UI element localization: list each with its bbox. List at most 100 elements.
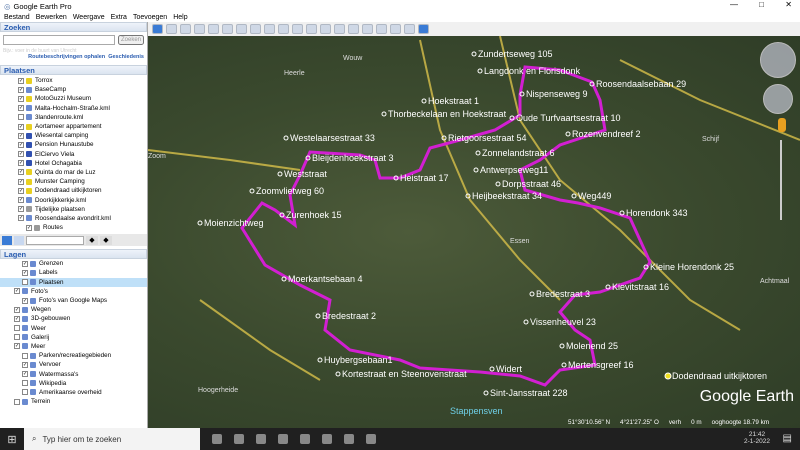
waypoint-marker[interactable] [561,362,567,368]
checkbox[interactable] [22,279,28,286]
waypoint-label[interactable]: Thorbeckelaan en Hoekstraat [388,109,507,119]
toolbar-button-icon[interactable] [418,24,429,34]
look-control[interactable] [760,42,796,78]
layer-item[interactable]: Galerij [0,333,147,342]
layer-item[interactable]: Weer [0,324,147,333]
app-icon[interactable] [344,434,354,444]
move-down-button[interactable]: ◆ [100,235,112,245]
waypoint-label[interactable]: Widert [496,364,523,374]
clock-time[interactable]: 21:42 [744,431,770,438]
layer-item[interactable]: Plaatsen [0,277,147,287]
waypoint-label[interactable]: Vissenheuvel 23 [530,317,596,327]
checkbox[interactable]: ✓ [18,141,24,148]
history-link[interactable]: Geschiedenis [108,54,144,60]
waypoint-marker[interactable] [335,371,341,377]
waypoint-label[interactable]: Langdonk en Florisdonk [484,66,581,76]
places-item[interactable]: ✓ BaseCamp [0,85,147,94]
waypoint-label[interactable]: Rozenvendreef 2 [572,129,641,139]
checkbox[interactable]: ✓ [14,288,20,295]
waypoint-marker[interactable] [283,135,289,141]
toolbar-button-icon[interactable] [320,24,331,34]
checkbox[interactable]: ✓ [18,178,24,185]
waypoint-label[interactable]: Dorpsstraat 46 [502,179,561,189]
places-item[interactable]: ✓ Doorkijkkerkje.kml [0,195,147,204]
checkbox[interactable] [22,389,28,396]
checkbox[interactable]: ✓ [18,77,24,84]
checkbox[interactable]: ✓ [22,297,28,304]
checkbox[interactable]: ✓ [14,306,20,313]
checkbox[interactable]: ✓ [18,105,24,112]
checkbox[interactable]: ✓ [22,371,28,378]
checkbox[interactable]: ✓ [18,206,24,213]
store-icon[interactable] [322,434,332,444]
waypoint-marker[interactable] [529,291,535,297]
waypoint-marker[interactable] [475,150,481,156]
waypoint-marker[interactable] [317,357,323,363]
toolbar-button-icon[interactable] [334,24,345,34]
checkbox[interactable] [22,352,28,359]
waypoint-label[interactable]: Molenend 25 [566,341,618,351]
checkbox[interactable]: ✓ [22,269,28,276]
waypoint-label[interactable]: Huybergsebaan1 [324,355,393,365]
close-button[interactable]: ✕ [785,0,792,9]
checkbox[interactable]: ✓ [18,151,24,158]
places-item[interactable]: ✓ ElCiervo Viela [0,150,147,159]
waypoint-marker[interactable] [559,343,565,349]
layer-item[interactable]: ✓ Foto's van Google Maps [0,296,147,305]
waypoint-label[interactable]: Bredestraat 2 [322,311,376,321]
toolbar-button-icon[interactable] [362,24,373,34]
toolbar-button-icon[interactable] [194,24,205,34]
checkbox[interactable]: ✓ [22,361,28,368]
places-item[interactable]: ✓ Pension Hunaustube [0,140,147,149]
places-item[interactable]: ✓ Malta-Hochalm-Straße.kml [0,104,147,113]
waypoint-label[interactable]: Antwerpseweg11 [480,165,548,175]
waypoint-marker[interactable] [489,366,495,372]
waypoint-label[interactable]: Kortestraat en Steenovenstraat [342,369,467,379]
waypoint-label[interactable]: Kleine Horendonk 25 [650,262,734,272]
toolbar-button-icon[interactable] [404,24,415,34]
toolbar-button-icon[interactable] [390,24,401,34]
waypoint-marker[interactable] [381,111,387,117]
zoom-slider[interactable] [780,140,782,220]
places-item[interactable]: ✓ Routes [0,223,147,232]
places-item[interactable]: ✓ Munster Camping [0,177,147,186]
windows-start-icon[interactable]: ⊞ [0,433,24,446]
clock-date[interactable]: 2-1-2022 [744,438,770,445]
waypoint-label[interactable]: Oude Turfvaartsestraat 10 [516,113,621,123]
notification-icon[interactable]: ▤ [783,433,792,444]
move-control[interactable] [763,84,793,114]
waypoint-label[interactable]: Rietgoorsestraat 54 [448,133,527,143]
toolbar-button-icon[interactable] [222,24,233,34]
waypoint-label[interactable]: Moienzichtweg [204,218,264,228]
layer-item[interactable]: Wikipedia [0,379,147,388]
checkbox[interactable]: ✓ [18,187,24,194]
search-input[interactable] [3,35,115,45]
layer-item[interactable]: ✓ Meer [0,342,147,351]
places-item[interactable]: ✓ Aortameer appartement [0,122,147,131]
checkbox[interactable] [14,325,20,332]
toolbar-button-icon[interactable] [278,24,289,34]
checkbox[interactable]: ✓ [14,315,20,322]
toolbar-button-icon[interactable] [376,24,387,34]
toolbar-button-icon[interactable] [166,24,177,34]
panel-toggle-icon[interactable] [14,235,24,245]
menu-weergave[interactable]: Weergave [73,14,105,21]
layers-header[interactable]: Lagen [0,249,147,260]
waypoint-label[interactable]: Zonnelandstraat 6 [482,148,555,158]
checkbox[interactable]: ✓ [14,343,20,350]
waypoint-marker[interactable] [471,51,477,57]
places-item[interactable]: ✓ Roosendaalse avondrit.kml [0,214,147,223]
menu-extra[interactable]: Extra [111,14,127,21]
waypoint-marker[interactable] [483,390,489,396]
waypoint-marker[interactable] [523,319,529,325]
search-button[interactable]: Zoeken [118,35,144,45]
map-canvas[interactable]: Zundertseweg 105 Langdonk en Florisdonk Ro… [148,36,800,428]
toolbar-button-icon[interactable] [292,24,303,34]
waypoint-marker[interactable] [565,131,571,137]
layer-item[interactable]: Parken/recreatiegebieden [0,351,147,360]
toolbar-button-icon[interactable] [348,24,359,34]
toolbar-button-icon[interactable] [236,24,247,34]
waypoint-label[interactable]: Dodendraad uitkijktoren [672,371,767,381]
pushpin-icon[interactable] [664,372,672,380]
toolbar-button-icon[interactable] [250,24,261,34]
